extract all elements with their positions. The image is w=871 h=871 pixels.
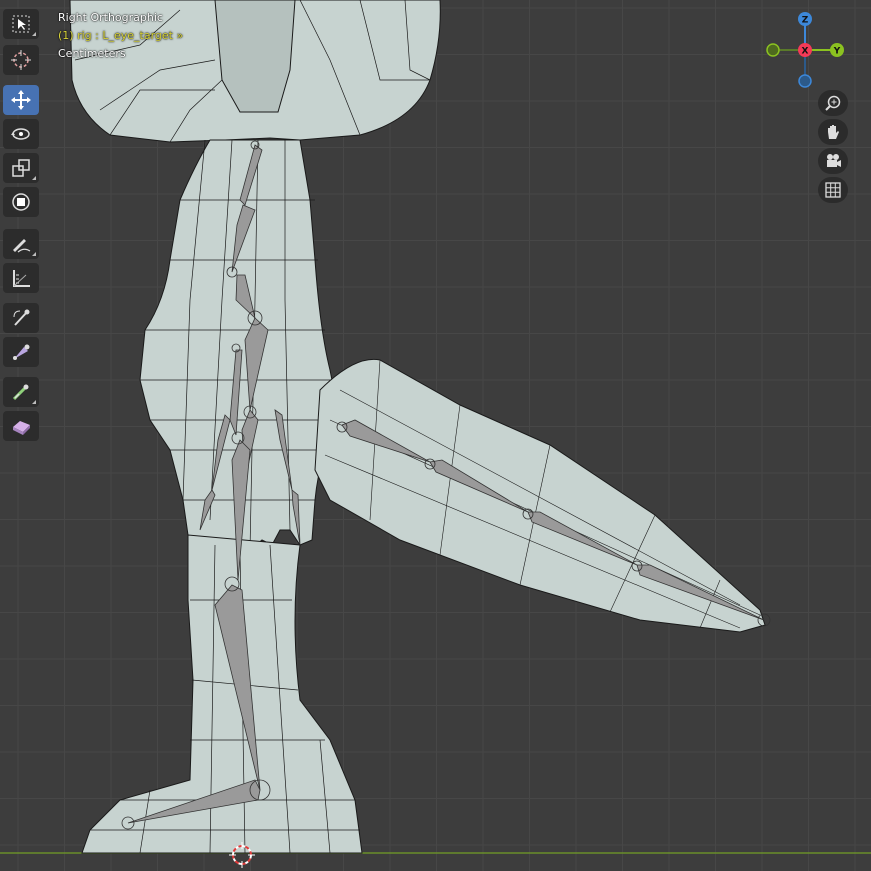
zoom-icon bbox=[825, 95, 841, 111]
navigation-gizmo[interactable]: Z Y X bbox=[760, 10, 850, 90]
bone-extrude-tool[interactable] bbox=[3, 377, 39, 407]
pan-hand-icon bbox=[828, 125, 839, 139]
measure-icon bbox=[13, 270, 30, 287]
annotate-icon bbox=[13, 239, 31, 253]
ortho-toggle-button[interactable] bbox=[818, 177, 848, 203]
annotate-tool[interactable] bbox=[3, 229, 39, 259]
gizmo-x[interactable]: X bbox=[798, 43, 812, 57]
3d-viewport[interactable]: Right Orthographic (1) rig : L_eye_targe… bbox=[0, 0, 871, 871]
active-object-label: (1) rig : L_eye_target » bbox=[58, 29, 184, 42]
rotate-icon bbox=[11, 128, 30, 140]
bone-envelope-icon bbox=[13, 421, 30, 435]
scale-tool[interactable] bbox=[3, 153, 39, 183]
measure-tool[interactable] bbox=[3, 263, 39, 293]
transform-tool[interactable] bbox=[3, 187, 39, 217]
character-mesh[interactable] bbox=[0, 0, 871, 871]
select-box-icon bbox=[12, 15, 30, 33]
move-tool[interactable] bbox=[3, 85, 39, 115]
view-name-label: Right Orthographic bbox=[58, 11, 163, 24]
move-icon bbox=[11, 90, 31, 110]
gizmo-neg-z[interactable] bbox=[798, 74, 812, 88]
svg-text:Z: Z bbox=[802, 16, 809, 26]
select-box-tool[interactable] bbox=[3, 9, 39, 39]
scale-icon bbox=[12, 159, 30, 177]
gizmo-z[interactable]: Z bbox=[798, 12, 812, 26]
transform-icon bbox=[12, 193, 30, 211]
cursor-icon bbox=[11, 50, 31, 70]
cursor-tool[interactable] bbox=[3, 45, 39, 75]
bone-extrude-icon bbox=[12, 384, 29, 401]
bone-roll-icon bbox=[13, 309, 30, 326]
units-label: Centimeters bbox=[58, 47, 126, 60]
camera-view-button[interactable] bbox=[818, 148, 848, 174]
zoom-button[interactable] bbox=[818, 90, 848, 116]
bone-roll-tool[interactable] bbox=[3, 303, 39, 333]
svg-text:Y: Y bbox=[833, 47, 841, 57]
camera-icon bbox=[827, 154, 841, 167]
bone-size-tool[interactable] bbox=[3, 337, 39, 367]
rotate-tool[interactable] bbox=[3, 119, 39, 149]
gizmo-neg-y[interactable] bbox=[766, 43, 780, 57]
ortho-grid-icon bbox=[825, 182, 841, 198]
svg-text:X: X bbox=[802, 47, 809, 57]
bone-size-icon bbox=[13, 344, 30, 360]
bone-envelope-tool[interactable] bbox=[3, 411, 39, 441]
gizmo-y[interactable]: Y bbox=[830, 43, 844, 57]
pan-button[interactable] bbox=[818, 119, 848, 145]
